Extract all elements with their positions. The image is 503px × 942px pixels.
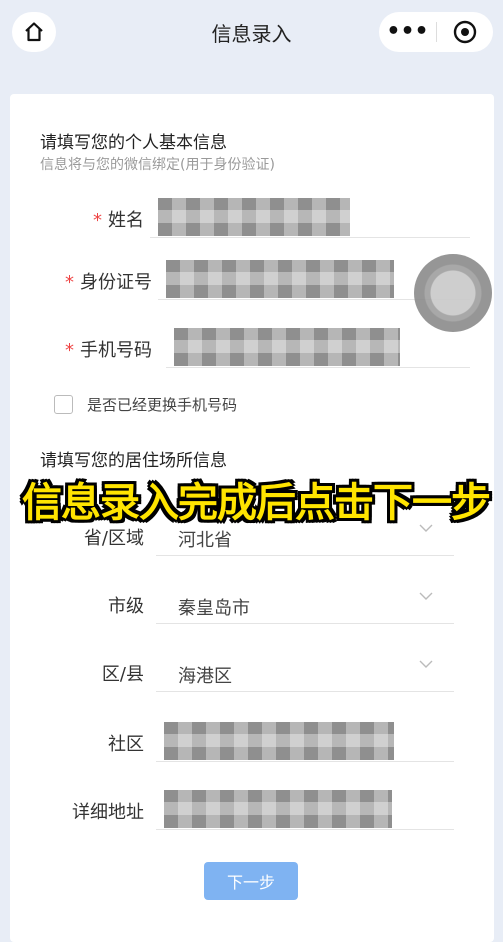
top-bar: 信息录入 ••• [0, 0, 503, 64]
required-mark: * [93, 210, 102, 231]
floating-assist-button[interactable] [414, 254, 492, 332]
community-label: 社区 [108, 734, 144, 755]
address-row: 详细地址 [10, 790, 494, 830]
name-row: * 姓名 [10, 198, 494, 238]
redacted-phone [174, 328, 400, 366]
phone-input[interactable] [166, 328, 470, 368]
province-value: 河北省 [178, 530, 232, 551]
close-button[interactable] [437, 19, 493, 45]
change-phone-option[interactable]: 是否已经更换手机号码 [54, 394, 237, 415]
phone-row: * 手机号码 [10, 328, 494, 368]
instruction-caption: 信息录入完成后点击下一步 [22, 480, 491, 526]
residence-title: 请填写您的居住场所信息 [40, 451, 227, 471]
more-icon[interactable]: ••• [379, 12, 436, 52]
basic-info-title: 请填写您的个人基本信息 [40, 133, 227, 153]
district-label: 区/县 [101, 664, 144, 685]
address-label: 详细地址 [72, 802, 144, 823]
city-value: 秦皇岛市 [178, 598, 250, 619]
community-row: 社区 [10, 722, 494, 762]
district-row: 区/县 海港区 [10, 652, 494, 692]
change-phone-label: 是否已经更换手机号码 [87, 396, 238, 414]
change-phone-checkbox[interactable] [54, 395, 73, 414]
capsule-menu: ••• [379, 12, 493, 52]
district-value: 海港区 [178, 666, 232, 687]
target-icon [453, 20, 477, 44]
name-label: * 姓名 [93, 210, 144, 231]
redacted-name [158, 198, 350, 236]
community-input[interactable] [156, 722, 454, 762]
chevron-down-icon [419, 660, 433, 668]
name-input[interactable] [150, 198, 470, 238]
id-label: * 身份证号 [65, 272, 152, 293]
chevron-down-icon [419, 592, 433, 600]
phone-label: * 手机号码 [65, 340, 152, 361]
redacted-id [166, 260, 394, 298]
district-select[interactable]: 海港区 [156, 652, 454, 692]
city-select[interactable]: 秦皇岛市 [156, 584, 454, 624]
city-label: 市级 [108, 596, 144, 617]
next-button[interactable]: 下一步 [204, 862, 298, 900]
redacted-community [164, 722, 394, 760]
redacted-address [164, 790, 392, 828]
address-input[interactable] [156, 790, 454, 830]
basic-info-subtitle: 信息将与您的微信绑定(用于身份验证) [40, 157, 275, 173]
city-row: 市级 秦皇岛市 [10, 584, 494, 624]
